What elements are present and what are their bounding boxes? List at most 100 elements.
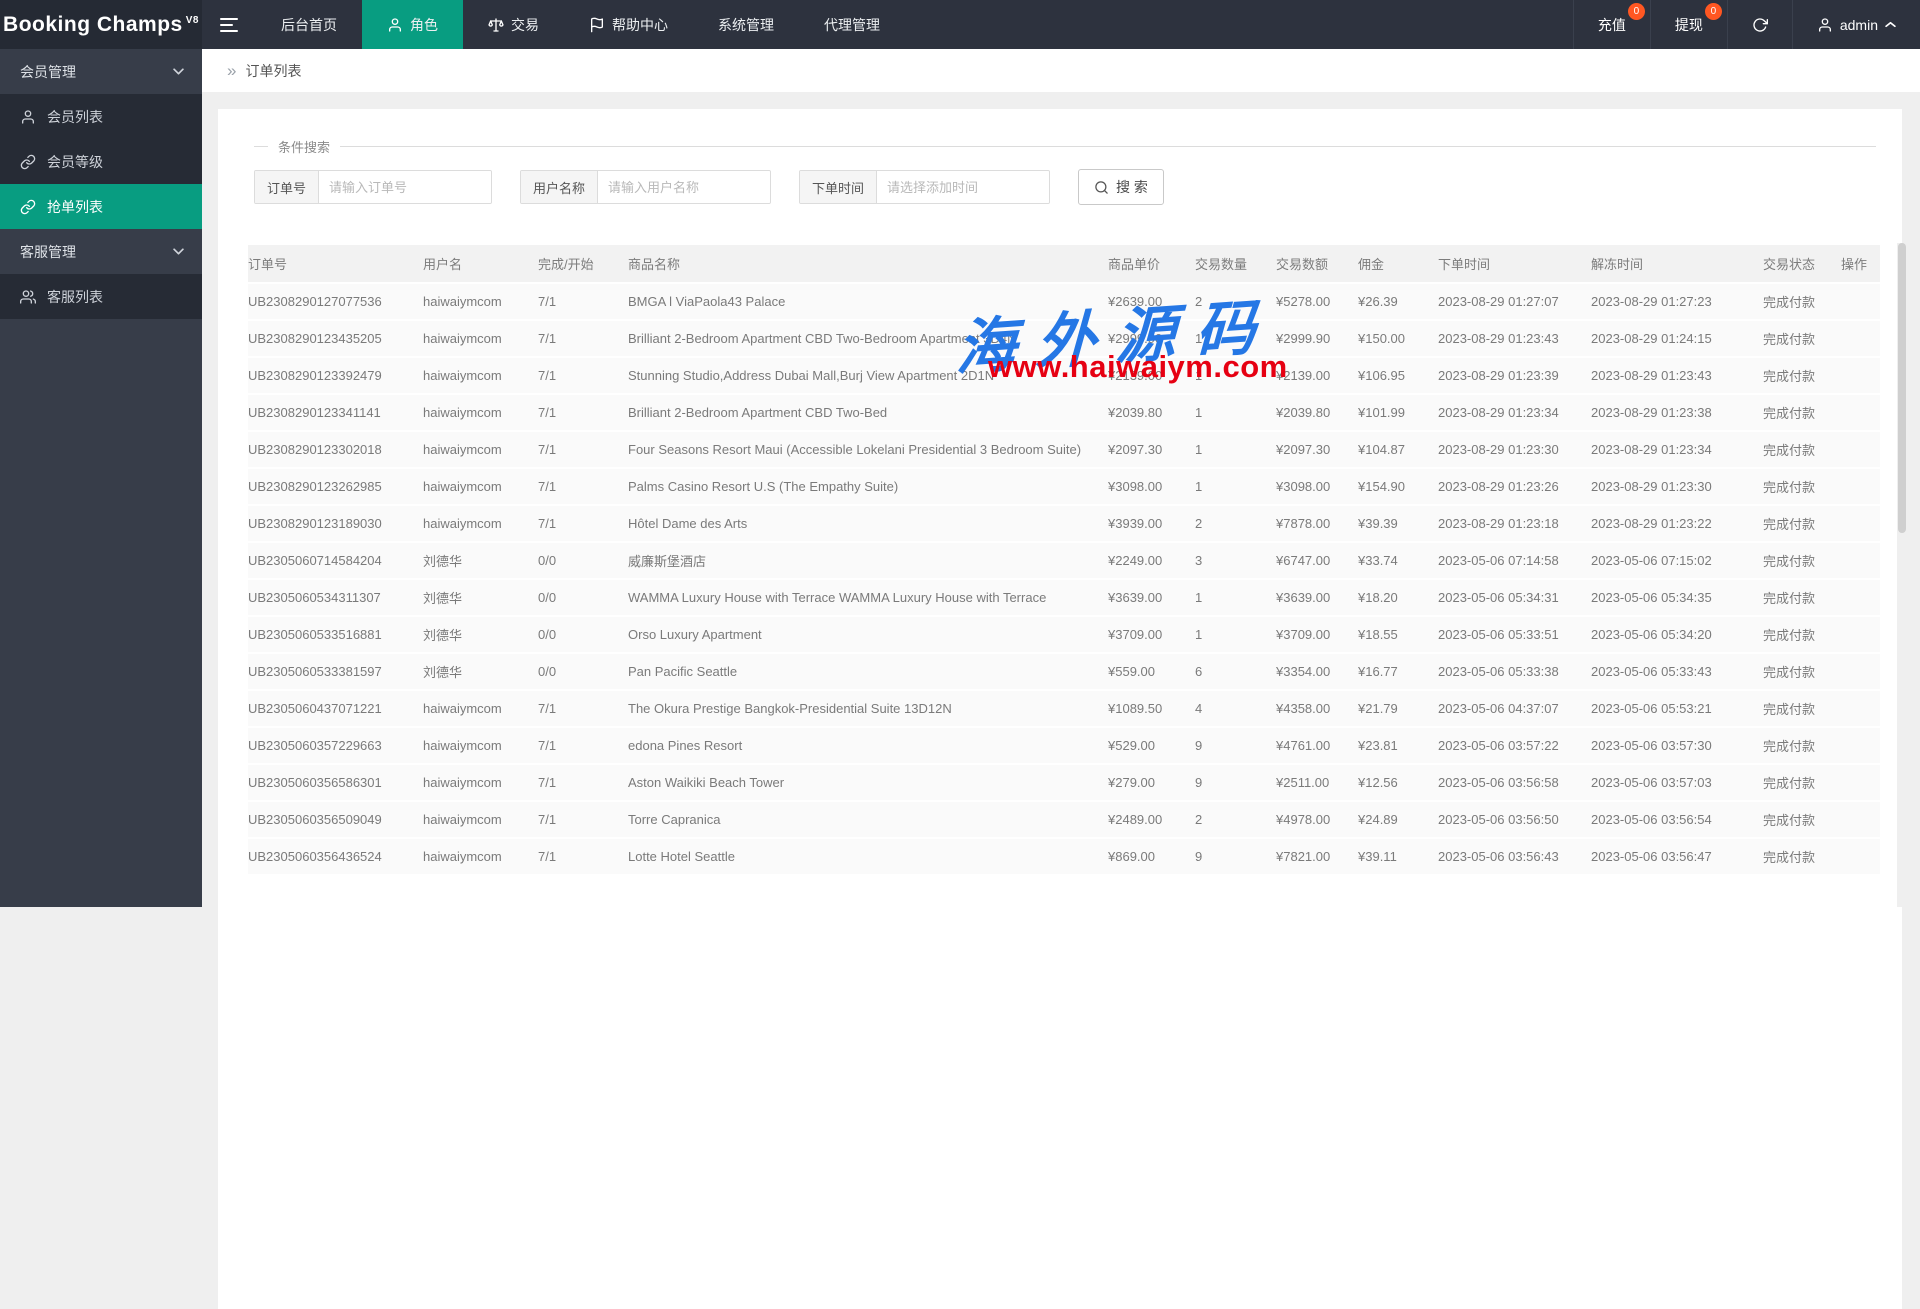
nav-item-trade[interactable]: 交易 bbox=[463, 0, 564, 49]
order-no-input[interactable] bbox=[319, 171, 491, 203]
table-cell: 完成付款 bbox=[1755, 690, 1833, 727]
table-cell: 7/1 bbox=[530, 727, 620, 764]
orders-table: 订单号用户名完成/开始商品名称商品单价交易数量交易数额佣金下单时间解冻时间交易状… bbox=[248, 245, 1880, 876]
table-cell: UB2305060714584204 bbox=[248, 542, 415, 579]
refresh-button[interactable] bbox=[1727, 0, 1792, 49]
recharge-button[interactable]: 充值 0 bbox=[1573, 0, 1650, 49]
sidebar-group-service-manage[interactable]: 客服管理 bbox=[0, 229, 202, 274]
table-row: UB2305060356586301haiwaiymcom7/1Aston Wa… bbox=[248, 764, 1880, 801]
withdraw-badge: 0 bbox=[1705, 3, 1722, 20]
table-cell: 完成付款 bbox=[1755, 505, 1833, 542]
main-nav: 后台首页角色交易 帮助中心 系统管理 代理管理 bbox=[256, 0, 905, 49]
sidebar-item-order-grab-list[interactable]: 抢单列表 bbox=[0, 184, 202, 229]
table-cell: 2023-08-29 01:23:39 bbox=[1430, 357, 1583, 394]
table-cell: Lotte Hotel Seattle bbox=[620, 838, 1100, 875]
user-icon bbox=[1817, 17, 1833, 33]
filter-label-username: 用户名称 bbox=[521, 171, 598, 203]
sidebar-item-member-level[interactable]: 会员等级 bbox=[0, 139, 202, 184]
main-area: » 订单列表 条件搜索 订单号用户名称下单时间 搜 索 bbox=[202, 49, 1920, 907]
table-cell bbox=[1833, 320, 1880, 357]
table-cell: 2023-05-06 03:57:22 bbox=[1430, 727, 1583, 764]
table-row: UB2308290123435205haiwaiymcom7/1Brillian… bbox=[248, 320, 1880, 357]
vertical-scrollbar[interactable] bbox=[1897, 243, 1907, 907]
filter-label-order-no: 订单号 bbox=[255, 171, 319, 203]
table-cell: 刘德华 bbox=[415, 616, 530, 653]
table-cell bbox=[1833, 283, 1880, 320]
sidebar-item-label: 会员列表 bbox=[47, 107, 103, 127]
search-button-label: 搜 索 bbox=[1116, 177, 1148, 197]
filter-group-order-no: 订单号 bbox=[254, 170, 492, 204]
table-cell: 完成付款 bbox=[1755, 801, 1833, 838]
table-cell: 完成付款 bbox=[1755, 468, 1833, 505]
table-cell: 3 bbox=[1187, 542, 1268, 579]
table-cell: haiwaiymcom bbox=[415, 727, 530, 764]
table-cell: 刘德华 bbox=[415, 579, 530, 616]
table-cell: 完成付款 bbox=[1755, 320, 1833, 357]
nav-item-role[interactable]: 角色 bbox=[362, 0, 463, 49]
nav-item-label: 代理管理 bbox=[824, 15, 880, 35]
admin-user-menu[interactable]: admin bbox=[1792, 0, 1920, 49]
table-cell: ¥106.95 bbox=[1350, 357, 1430, 394]
scrollbar-thumb[interactable] bbox=[1898, 243, 1906, 533]
recharge-badge: 0 bbox=[1628, 3, 1645, 20]
column-header: 操作 bbox=[1833, 245, 1880, 283]
nav-item-help[interactable]: 帮助中心 bbox=[564, 0, 693, 49]
sidebar-toggle-button[interactable] bbox=[202, 0, 256, 49]
sidebar-group-label: 会员管理 bbox=[20, 62, 76, 82]
nav-item-system[interactable]: 系统管理 bbox=[693, 0, 799, 49]
withdraw-label: 提现 bbox=[1675, 15, 1703, 35]
table-cell: haiwaiymcom bbox=[415, 468, 530, 505]
table-cell: ¥2999.90 bbox=[1100, 320, 1187, 357]
content-area: 条件搜索 订单号用户名称下单时间 搜 索 订单号用户名完成/开 bbox=[202, 92, 1920, 907]
table-cell: 1 bbox=[1187, 320, 1268, 357]
table-cell: ¥2999.90 bbox=[1268, 320, 1350, 357]
table-cell: 完成付款 bbox=[1755, 542, 1833, 579]
table-cell: 9 bbox=[1187, 764, 1268, 801]
table-cell: 2023-05-06 05:34:31 bbox=[1430, 579, 1583, 616]
table-cell: ¥2039.80 bbox=[1100, 394, 1187, 431]
table-cell bbox=[1833, 579, 1880, 616]
table-cell: ¥3639.00 bbox=[1268, 579, 1350, 616]
nav-item-label: 帮助中心 bbox=[612, 15, 668, 35]
table-cell: 威廉斯堡酒店 bbox=[620, 542, 1100, 579]
sidebar-item-member-list[interactable]: 会员列表 bbox=[0, 94, 202, 139]
table-cell: 7/1 bbox=[530, 431, 620, 468]
filter-group-order-time: 下单时间 bbox=[799, 170, 1050, 204]
nav-item-agent[interactable]: 代理管理 bbox=[799, 0, 905, 49]
table-cell bbox=[1833, 505, 1880, 542]
table-cell: Torre Capranica bbox=[620, 801, 1100, 838]
sidebar-group-member-manage[interactable]: 会员管理 bbox=[0, 49, 202, 94]
search-fieldset: 条件搜索 订单号用户名称下单时间 搜 索 bbox=[254, 137, 1876, 205]
table-row: UB2308290123392479haiwaiymcom7/1Stunning… bbox=[248, 357, 1880, 394]
table-cell: haiwaiymcom bbox=[415, 801, 530, 838]
username-input[interactable] bbox=[598, 171, 770, 203]
orders-table-body: UB2308290127077536haiwaiymcom7/1BMGA l V… bbox=[248, 283, 1880, 875]
table-cell: haiwaiymcom bbox=[415, 431, 530, 468]
table-cell: WAMMA Luxury House with Terrace WAMMA Lu… bbox=[620, 579, 1100, 616]
column-header: 用户名 bbox=[415, 245, 530, 283]
table-cell: 2023-05-06 03:56:58 bbox=[1430, 764, 1583, 801]
table-cell: 7/1 bbox=[530, 320, 620, 357]
nav-item-home[interactable]: 后台首页 bbox=[256, 0, 362, 49]
breadcrumb: » 订单列表 bbox=[202, 49, 1920, 92]
table-cell: 0/0 bbox=[530, 542, 620, 579]
table-cell: UB2305060357229663 bbox=[248, 727, 415, 764]
table-cell: ¥3939.00 bbox=[1100, 505, 1187, 542]
table-cell: ¥150.00 bbox=[1350, 320, 1430, 357]
table-row: UB2305060714584204刘德华0/0威廉斯堡酒店¥2249.003¥… bbox=[248, 542, 1880, 579]
search-button[interactable]: 搜 索 bbox=[1078, 169, 1164, 205]
table-cell: UB2305060533381597 bbox=[248, 653, 415, 690]
table-cell: 完成付款 bbox=[1755, 764, 1833, 801]
sidebar-item-label: 会员等级 bbox=[47, 152, 103, 172]
table-cell: ¥2039.80 bbox=[1268, 394, 1350, 431]
table-cell: 2023-05-06 05:33:51 bbox=[1430, 616, 1583, 653]
order-time-input[interactable] bbox=[877, 171, 1049, 203]
withdraw-button[interactable]: 提现 0 bbox=[1650, 0, 1727, 49]
table-cell: UB2308290123262985 bbox=[248, 468, 415, 505]
chevron-down-icon bbox=[173, 248, 184, 255]
table-cell: UB2305060437071221 bbox=[248, 690, 415, 727]
sidebar-item-service-list[interactable]: 客服列表 bbox=[0, 274, 202, 319]
table-cell: ¥2639.00 bbox=[1100, 283, 1187, 320]
table-row: UB2305060533381597刘德华0/0Pan Pacific Seat… bbox=[248, 653, 1880, 690]
table-cell bbox=[1833, 727, 1880, 764]
